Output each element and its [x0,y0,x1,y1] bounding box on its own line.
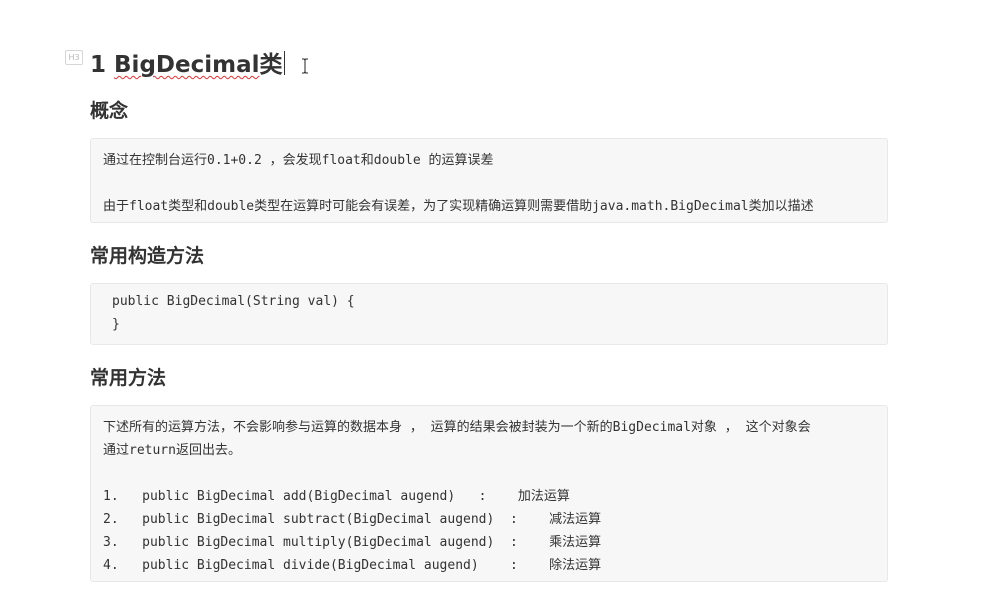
concept-heading: 概念 [90,100,129,122]
method-item-divide: 4. public BigDecimal divide(BigDecimal a… [103,558,602,573]
concept-line-1: 通过在控制台运行0.1+0.2 ，会发现float和double 的运算误差 [103,153,494,168]
page-title[interactable]: 1 BigDecimal类 [90,45,285,79]
title-text: BigDecimal [114,52,260,78]
heading-level-marker[interactable]: H3 [65,50,83,65]
method-item-add: 1. public BigDecimal add(BigDecimal auge… [103,489,570,504]
concept-block[interactable]: 通过在控制台运行0.1+0.2 ，会发现float和double 的运算误差 由… [90,138,888,223]
method-item-multiply: 3. public BigDecimal multiply(BigDecimal… [103,535,602,550]
methods-line-1: 下述所有的运算方法，不会影响参与运算的数据本身 ， 运算的结果会被封装为一个新的… [103,420,811,435]
text-caret [283,51,285,75]
title-suffix: 类 [259,52,283,78]
constructor-code-block[interactable]: public BigDecimal(String val) { } [90,283,888,345]
method-item-subtract: 2. public BigDecimal subtract(BigDecimal… [103,512,602,527]
methods-heading: 常用方法 [90,367,167,389]
methods-line-2: 通过return返回出去。 [103,443,241,458]
title-number: 1 [90,52,107,78]
constructor-line-1: public BigDecimal(String val) { [112,294,355,309]
concept-line-2: 由于float类型和double类型在运算时可能会有误差，为了实现精确运算则需要… [103,199,814,214]
constructor-heading: 常用构造方法 [90,245,205,267]
ibeam-cursor-icon [302,58,308,74]
constructor-line-2: } [112,317,120,332]
methods-block[interactable]: 下述所有的运算方法，不会影响参与运算的数据本身 ， 运算的结果会被封装为一个新的… [90,405,888,582]
